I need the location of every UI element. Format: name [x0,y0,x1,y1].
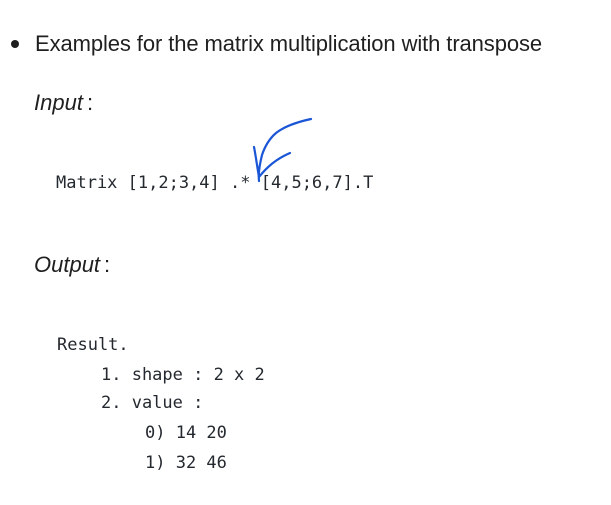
result-shape-line: 1. shape : 2 x 2 [101,365,265,385]
result-value-line: 2. value : [101,393,204,413]
output-heading-colon: : [104,252,111,277]
input-heading-colon: : [86,90,94,115]
input-code-prefix: Matrix [1,2;3,4] [56,173,220,193]
output-heading: Output: [34,252,110,278]
result-title: Result. [57,335,129,355]
input-heading-label: Input [34,90,83,115]
output-heading-label: Output [34,252,101,277]
input-code-line: Matrix [1,2;3,4] .* [4,5;6,7].T [56,173,373,193]
bullet-item: Examples for the matrix multiplication w… [10,28,542,60]
result-row: 0) 14 20 [145,423,227,443]
handwritten-arrow-stroke [257,117,313,183]
bullet-dot-icon [11,40,19,48]
bullet-text: Examples for the matrix multiplication w… [35,31,543,56]
handwritten-arrow-icon [252,117,313,183]
result-row: 1) 32 46 [145,453,227,473]
input-heading: Input: [34,90,93,116]
